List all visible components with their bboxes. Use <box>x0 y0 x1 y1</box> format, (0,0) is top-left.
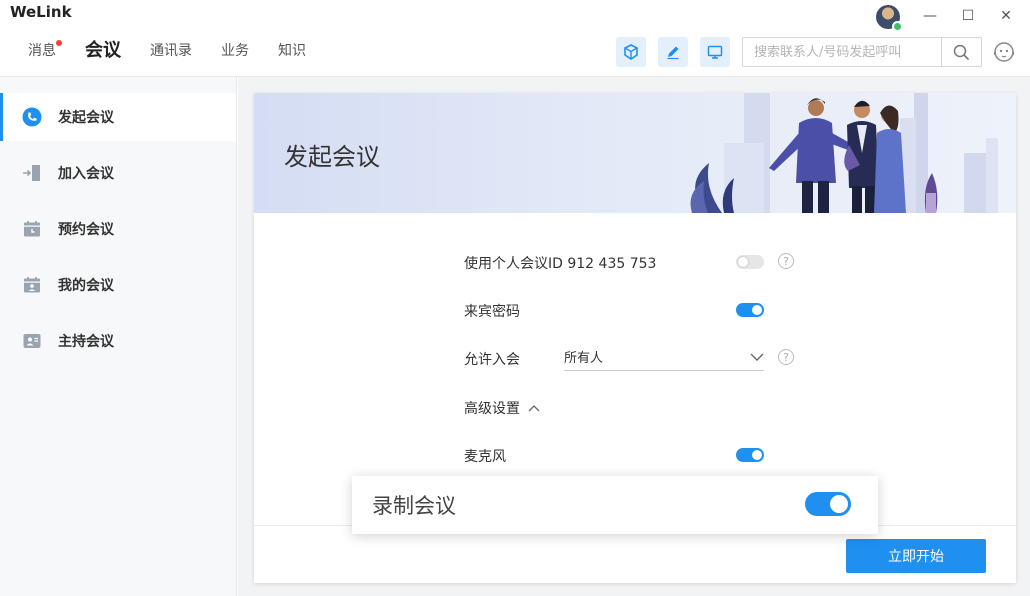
online-status-icon <box>892 21 903 32</box>
start-now-button[interactable]: 立即开始 <box>846 539 986 573</box>
allow-join-value: 所有人 <box>564 351 604 366</box>
help-icon[interactable]: ? <box>778 253 794 269</box>
search-input[interactable] <box>743 38 941 66</box>
close-button[interactable]: ✕ <box>996 6 1016 26</box>
unread-badge <box>56 40 62 46</box>
personal-id-toggle[interactable] <box>736 255 764 269</box>
advanced-settings-label: 高级设置 <box>464 401 520 417</box>
nav-item-contacts[interactable]: 通讯录 <box>150 40 192 62</box>
sidebar-item-label: 我的会议 <box>58 278 114 294</box>
maximize-button[interactable]: ☐ <box>958 6 978 26</box>
advanced-settings-toggle[interactable]: 高级设置 <box>464 398 540 418</box>
guest-password-label: 来宾密码 <box>464 304 520 320</box>
meeting-illustration <box>690 93 998 213</box>
microphone-row: 麦克风 <box>464 446 506 466</box>
app-title: WeLink <box>10 3 72 21</box>
nav-item-messages[interactable]: 消息 <box>28 40 62 62</box>
top-nav: 消息 会议 通讯录 业务 知识 <box>28 40 335 62</box>
nav-item-label: 业务 <box>221 43 249 59</box>
calendar-clock-icon <box>22 219 42 239</box>
sidebar-item-label: 预约会议 <box>58 222 114 238</box>
chevron-up-icon <box>528 405 540 412</box>
allow-join-label: 允许入会 <box>464 352 520 368</box>
record-meeting-label: 录制会议 <box>372 494 456 518</box>
guest-password-row: 来宾密码 <box>464 301 520 321</box>
nav-item-label: 知识 <box>278 43 306 59</box>
chevron-down-icon <box>750 353 764 361</box>
pen-button[interactable] <box>658 37 688 67</box>
sidebar-item-my-meetings[interactable]: 我的会议 <box>0 261 236 309</box>
sidebar: 发起会议 加入会议 预约会议 我的会议 主持会议 <box>0 77 237 596</box>
assistant-bot-icon[interactable] <box>993 41 1015 63</box>
cube-icon <box>624 44 638 60</box>
sidebar-item-label: 发起会议 <box>58 110 114 126</box>
guest-password-toggle[interactable] <box>736 303 764 317</box>
allow-join-row: 允许入会 <box>464 349 520 369</box>
help-icon[interactable]: ? <box>778 349 794 365</box>
sidebar-item-start-meeting[interactable]: 发起会议 <box>0 93 236 141</box>
sidebar-item-schedule-meeting[interactable]: 预约会议 <box>0 205 236 253</box>
host-icon <box>22 331 42 351</box>
phone-call-icon <box>22 107 42 127</box>
record-meeting-row: 录制会议 <box>352 476 878 534</box>
record-meeting-toggle[interactable] <box>805 492 851 516</box>
sidebar-item-label: 主持会议 <box>58 334 114 350</box>
calendar-person-icon <box>22 275 42 295</box>
avatar[interactable] <box>876 5 903 32</box>
sidebar-item-host-meeting[interactable]: 主持会议 <box>0 317 236 365</box>
nav-item-label: 消息 <box>28 43 56 59</box>
nav-item-label: 会议 <box>85 40 121 61</box>
microphone-label: 麦克风 <box>464 449 506 465</box>
nav-item-business[interactable]: 业务 <box>221 40 249 62</box>
microphone-toggle[interactable] <box>736 448 764 462</box>
nav-item-knowledge[interactable]: 知识 <box>278 40 306 62</box>
page-title: 发起会议 <box>284 143 380 171</box>
personal-id-row: 使用个人会议ID 912 435 753 <box>464 253 656 273</box>
pen-icon <box>667 46 679 60</box>
search-box <box>742 37 982 67</box>
minimize-button[interactable]: — <box>920 6 940 26</box>
search-button[interactable] <box>941 38 981 66</box>
cube-button[interactable] <box>616 37 646 67</box>
nav-item-meetings[interactable]: 会议 <box>85 40 121 62</box>
sidebar-item-join-meeting[interactable]: 加入会议 <box>0 149 236 197</box>
nav-item-label: 通讯录 <box>150 43 192 59</box>
personal-id-label: 使用个人会议ID 912 435 753 <box>464 256 657 272</box>
search-icon <box>953 44 970 60</box>
enter-door-icon <box>22 163 42 183</box>
screen-share-button[interactable] <box>700 37 730 67</box>
allow-join-select[interactable]: 所有人 <box>564 343 764 371</box>
banner: 发起会议 <box>254 93 1016 213</box>
screen-share-icon <box>707 45 723 59</box>
sidebar-item-label: 加入会议 <box>58 166 114 182</box>
